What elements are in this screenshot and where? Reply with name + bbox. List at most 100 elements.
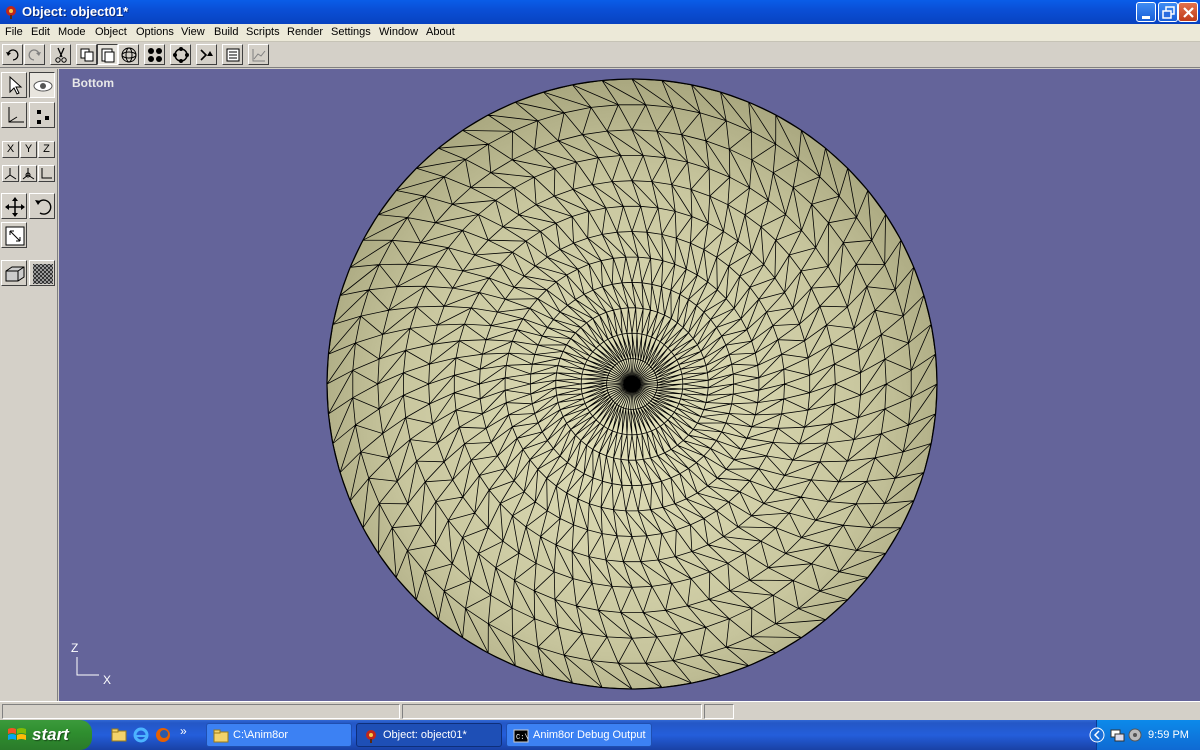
- scale-icon: [5, 226, 25, 246]
- graph-button[interactable]: [248, 44, 269, 65]
- coord-mode-3-button[interactable]: [38, 165, 55, 182]
- axis-z-button[interactable]: Z: [38, 141, 55, 158]
- undo-icon: [6, 49, 19, 61]
- menu-bar: File Edit Mode Object Options View Build…: [0, 24, 1200, 42]
- title-bar: Object: object01*: [0, 0, 1200, 24]
- coord-corner-icon: [41, 168, 52, 179]
- taskbar-item-label: C:\Anim8or: [233, 729, 289, 741]
- console-icon: C:\: [513, 729, 529, 743]
- cut-button[interactable]: [50, 44, 71, 65]
- select-tool-button[interactable]: [1, 72, 27, 98]
- menu-mode[interactable]: Mode: [58, 26, 86, 38]
- taskbar-item-anim8or[interactable]: Object: object01*: [356, 723, 502, 747]
- maximize-button[interactable]: [1158, 2, 1178, 22]
- folder-icon: [213, 729, 229, 743]
- coord-axes-icon: [4, 168, 17, 180]
- rotate-select-button[interactable]: [170, 44, 191, 65]
- axis-gizmo: [76, 657, 99, 676]
- redo-icon: [28, 49, 41, 61]
- select-arrow-icon: [9, 75, 23, 95]
- menu-build[interactable]: Build: [214, 26, 238, 38]
- wireframe-toggle-button[interactable]: [1, 260, 27, 286]
- axis-x-label: X: [103, 673, 112, 687]
- coord-mode-2-button[interactable]: [20, 165, 37, 182]
- taskbar-item-explorer[interactable]: C:\Anim8or: [206, 723, 352, 747]
- sphere-icon: [121, 47, 137, 63]
- transform-button[interactable]: [196, 44, 217, 65]
- tool-palette: X Y Z: [0, 69, 58, 701]
- start-label: start: [32, 725, 69, 744]
- copy-button[interactable]: [76, 44, 97, 65]
- axis-y-button[interactable]: Y: [20, 141, 37, 158]
- ie-icon[interactable]: [133, 727, 149, 743]
- copy-icon: [80, 48, 94, 62]
- status-pane-2: [402, 704, 702, 719]
- firefox-icon[interactable]: [155, 727, 171, 743]
- anim8or-icon: [6, 6, 16, 19]
- tray-clock: 9:59 PM: [1148, 729, 1189, 741]
- volume-icon[interactable]: [1127, 727, 1143, 743]
- list-button[interactable]: [222, 44, 243, 65]
- taskbar-item-debug-output[interactable]: C:\ Anim8or Debug Output: [506, 723, 652, 747]
- eye-icon: [33, 80, 53, 92]
- minimize-button[interactable]: [1136, 2, 1156, 22]
- close-button[interactable]: [1178, 2, 1198, 22]
- paste-button[interactable]: [97, 44, 118, 65]
- menu-view[interactable]: View: [181, 26, 205, 38]
- close-icon: [1183, 7, 1194, 18]
- menu-window[interactable]: Window: [379, 26, 418, 38]
- coord-mode-1-button[interactable]: [2, 165, 19, 182]
- view-name-label: Bottom: [72, 76, 114, 90]
- points-icon: [148, 48, 162, 62]
- texture-toggle-button[interactable]: [29, 260, 55, 286]
- tray-expand-icon[interactable]: [1089, 727, 1105, 743]
- wireframe-icon: [5, 266, 25, 282]
- menu-settings[interactable]: Settings: [331, 26, 371, 38]
- axis-x-button[interactable]: X: [2, 141, 19, 158]
- view-tool-button[interactable]: [29, 72, 55, 98]
- window-title: Object: object01*: [22, 4, 129, 19]
- network-icon[interactable]: [1109, 727, 1125, 743]
- dots-icon: [37, 110, 49, 124]
- axes-tool-button[interactable]: [1, 102, 27, 128]
- explorer-icon[interactable]: [111, 727, 127, 743]
- scale-tool-button[interactable]: [1, 222, 27, 248]
- quick-launch-overflow[interactable]: »: [180, 724, 187, 738]
- redo-button[interactable]: [24, 44, 45, 65]
- menu-options[interactable]: Options: [136, 26, 174, 38]
- paste-icon: [101, 48, 115, 63]
- start-button[interactable]: start: [0, 720, 92, 750]
- axes-icon: [8, 107, 24, 123]
- graph-icon: [252, 49, 266, 62]
- points-button[interactable]: [144, 44, 165, 65]
- cut-icon: [55, 47, 67, 63]
- menu-object[interactable]: Object: [95, 26, 127, 38]
- coord-axes-icon: [22, 168, 35, 180]
- maximize-icon: [1162, 6, 1175, 19]
- menu-render[interactable]: Render: [287, 26, 323, 38]
- mesh-object[interactable]: [59, 69, 1200, 701]
- menu-edit[interactable]: Edit: [31, 26, 50, 38]
- taskbar-item-label: Object: object01*: [383, 729, 467, 741]
- texture-icon: [33, 264, 53, 284]
- menu-about[interactable]: About: [426, 26, 455, 38]
- move-icon: [5, 197, 25, 217]
- status-bar: [0, 701, 1200, 720]
- anim8or-icon: [366, 730, 376, 743]
- status-pane-3: [704, 704, 734, 719]
- svg-text:C:\: C:\: [516, 734, 529, 742]
- point-tool-button[interactable]: [29, 102, 55, 128]
- minimize-icon: [1142, 16, 1150, 19]
- windows-logo-icon: [8, 728, 26, 740]
- move-tool-button[interactable]: [1, 193, 27, 219]
- rotate-tool-button[interactable]: [29, 193, 55, 219]
- rotate-select-icon: [173, 47, 189, 63]
- undo-button[interactable]: [2, 44, 23, 65]
- taskbar: start » C:\Anim8or Object: object01* C:\…: [0, 720, 1200, 750]
- sphere-button[interactable]: [118, 44, 139, 65]
- menu-scripts[interactable]: Scripts: [246, 26, 280, 38]
- viewport-bottom[interactable]: Bottom Z X: [59, 69, 1200, 701]
- mesh-center-vertex[interactable]: [626, 378, 638, 390]
- toolbar: [0, 42, 1200, 68]
- menu-file[interactable]: File: [5, 26, 23, 38]
